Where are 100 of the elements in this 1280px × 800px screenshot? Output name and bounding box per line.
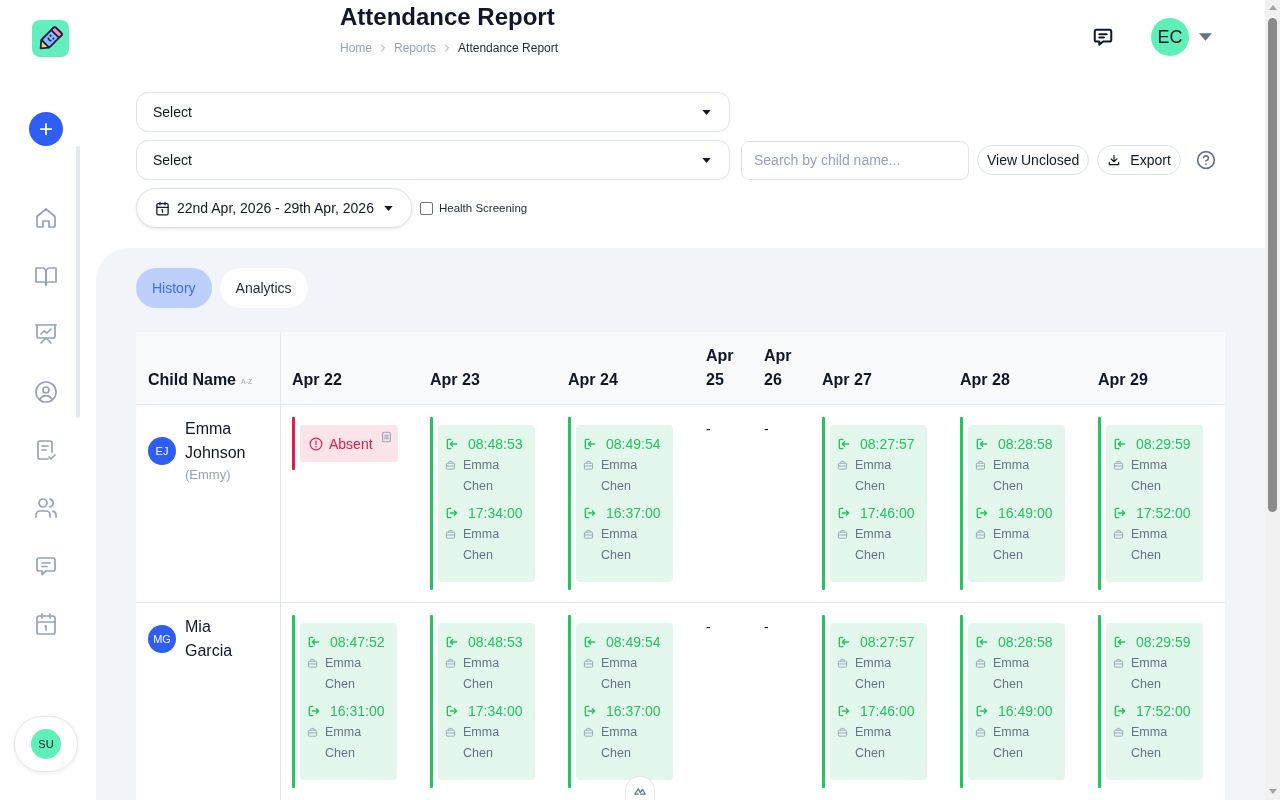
logout-icon: [1113, 704, 1127, 718]
briefcase-icon: [837, 658, 848, 669]
presentation-icon[interactable]: [34, 322, 58, 346]
staff-name: Emma Chen: [855, 457, 893, 495]
check-in-time: 08:47:52: [330, 634, 385, 650]
briefcase-icon: [445, 658, 456, 669]
user-menu[interactable]: SU: [14, 716, 78, 772]
attendance-card[interactable]: 08:48:53 Emma Chen 17:34:00 Emma Chen: [438, 425, 535, 582]
briefcase-icon: [975, 460, 986, 471]
staff-name: Emma Chen: [601, 724, 639, 762]
column-header: Apr 23: [430, 370, 480, 390]
checkbox-label[interactable]: Health Screening: [438, 202, 528, 214]
login-icon: [975, 635, 989, 649]
staff-name: Emma Chen: [1131, 526, 1169, 564]
empty-marker: -: [764, 619, 769, 635]
search-field[interactable]: Search by child name...: [741, 140, 969, 180]
add-button[interactable]: [29, 112, 63, 146]
child-name[interactable]: Emma Johnson: [185, 417, 257, 465]
column-header: Apr 29: [1098, 370, 1148, 390]
login-icon: [837, 635, 851, 649]
filter-button[interactable]: View Unclosed: [977, 145, 1090, 175]
user-avatar[interactable]: EC: [1151, 18, 1189, 56]
staff-name: Emma Chen: [601, 655, 639, 693]
staff-name: Emma Chen: [855, 655, 893, 693]
logout-icon: [975, 704, 989, 718]
attendance-card[interactable]: 08:27:57 Emma Chen 17:46:00 Emma Chen: [830, 425, 927, 582]
tab[interactable]: History: [136, 268, 212, 308]
staff-name: Emma Chen: [601, 526, 639, 564]
home-icon[interactable]: [34, 206, 58, 230]
briefcase-icon: [1113, 460, 1124, 471]
book-icon[interactable]: [34, 264, 58, 288]
check-in-time: 08:27:57: [860, 634, 915, 650]
caret-down-icon: [702, 157, 711, 163]
download-icon: [1107, 153, 1122, 167]
select-dropdown[interactable]: Select: [136, 140, 730, 180]
attendance-card[interactable]: 08:29:59 Emma Chen 17:52:00 Emma Chen: [1106, 425, 1203, 582]
check-in-time: 08:28:58: [998, 634, 1053, 650]
select-dropdown[interactable]: Select: [136, 92, 730, 132]
staff-name: Emma Chen: [463, 457, 501, 495]
check-out-time: 16:49:00: [998, 505, 1053, 521]
calendar-icon: [155, 200, 170, 216]
briefcase-icon: [1113, 658, 1124, 669]
attendance-card[interactable]: 08:28:58 Emma Chen 16:49:00 Emma Chen: [968, 623, 1065, 780]
logout-icon: [445, 704, 459, 718]
help-icon[interactable]: [1195, 150, 1216, 170]
empty-marker: -: [764, 421, 769, 437]
note-icon[interactable]: [382, 431, 391, 443]
attendance-card[interactable]: 08:47:52 Emma Chen 16:31:00 Emma Chen: [300, 623, 397, 780]
user-circle-icon[interactable]: [34, 380, 58, 404]
checklist-icon[interactable]: [34, 438, 58, 462]
date-range-picker[interactable]: 22nd Apr, 2026 - 29th Apr, 2026: [136, 188, 412, 228]
briefcase-icon: [1113, 529, 1124, 540]
page-scrollbar[interactable]: [1265, 0, 1280, 800]
checkbox[interactable]: [419, 201, 433, 215]
message-icon[interactable]: [1092, 26, 1114, 48]
calendar-icon[interactable]: [34, 612, 58, 636]
breadcrumb-link[interactable]: Home: [340, 40, 372, 56]
staff-name: Emma Chen: [463, 724, 501, 762]
app-logo[interactable]: [31, 20, 69, 57]
child-avatar: EJ: [148, 437, 176, 465]
attendance-card[interactable]: 08:49:54 Emma Chen 16:37:00 Emma Chen: [576, 623, 673, 780]
user-avatar[interactable]: SU: [31, 729, 61, 759]
staff-name: Emma Chen: [1131, 457, 1169, 495]
check-out-time: 17:46:00: [860, 505, 915, 521]
briefcase-icon: [975, 727, 986, 738]
check-in-time: 08:49:54: [606, 436, 661, 452]
column-header: Apr 22: [292, 370, 342, 390]
child-name[interactable]: Mia Garcia: [185, 615, 257, 663]
empty-marker: -: [706, 421, 711, 437]
column-header: Apr 28: [960, 370, 1010, 390]
attendance-card[interactable]: 08:48:53 Emma Chen 17:34:00 Emma Chen: [438, 623, 535, 780]
briefcase-icon: [837, 727, 848, 738]
check-out-time: 17:34:00: [468, 505, 523, 521]
staff-name: Emma Chen: [993, 655, 1031, 693]
login-icon: [445, 635, 459, 649]
caret-down-icon[interactable]: [1199, 33, 1212, 41]
logout-icon: [837, 704, 851, 718]
briefcase-icon: [307, 727, 318, 738]
column-header[interactable]: Child Name: [148, 368, 236, 392]
users-icon[interactable]: [34, 496, 58, 520]
attendance-card[interactable]: 08:27:57 Emma Chen 17:46:00 Emma Chen: [830, 623, 927, 780]
staff-name: Emma Chen: [325, 724, 363, 762]
check-out-time: 17:46:00: [860, 703, 915, 719]
export-button[interactable]: Export: [1097, 145, 1181, 175]
attendance-card[interactable]: 08:28:58 Emma Chen 16:49:00 Emma Chen: [968, 425, 1065, 582]
attendance-card[interactable]: 08:49:54 Emma Chen 16:37:00 Emma Chen: [576, 425, 673, 582]
staff-name: Emma Chen: [463, 526, 501, 564]
tab[interactable]: Analytics: [219, 268, 308, 308]
attendance-card[interactable]: 08:29:59 Emma Chen 17:52:00 Emma Chen: [1106, 623, 1203, 780]
briefcase-icon: [445, 460, 456, 471]
staff-name: Emma Chen: [993, 457, 1031, 495]
breadcrumb-link[interactable]: Reports: [394, 40, 437, 56]
logout-icon: [583, 704, 597, 718]
absent-card[interactable]: Absent: [300, 425, 398, 462]
check-in-time: 08:27:57: [860, 436, 915, 452]
check-out-time: 16:37:00: [606, 703, 661, 719]
check-in-time: 08:48:53: [468, 436, 523, 452]
briefcase-icon: [445, 727, 456, 738]
check-in-time: 08:48:53: [468, 634, 523, 650]
login-icon: [1113, 635, 1127, 649]
